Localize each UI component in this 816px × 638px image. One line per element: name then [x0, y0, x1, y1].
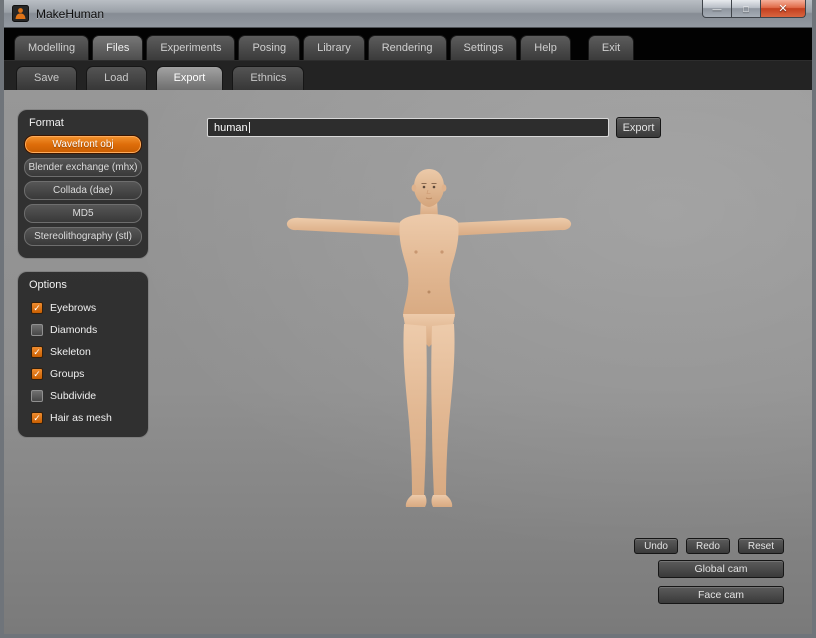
check-icon: ✓	[33, 304, 41, 313]
format-option-blender-exchange[interactable]: Blender exchange (mhx)	[24, 158, 142, 177]
format-panel: Format Wavefront obj Blender exchange (m…	[18, 110, 148, 258]
format-option-wavefront-obj[interactable]: Wavefront obj	[24, 135, 142, 154]
filename-value: human	[214, 122, 248, 134]
tab-modelling[interactable]: Modelling	[14, 35, 89, 60]
subtab-load[interactable]: Load	[86, 66, 146, 90]
checkbox-label: Hair as mesh	[50, 412, 112, 424]
options-panel-title: Options	[22, 275, 144, 297]
reset-button[interactable]: Reset	[738, 538, 784, 554]
close-button[interactable]: ✕	[760, 0, 806, 18]
export-button[interactable]: Export	[616, 117, 661, 138]
face-cam-button[interactable]: Face cam	[658, 586, 784, 604]
checkbox-icon: ✓	[31, 346, 43, 358]
check-icon: ✓	[33, 370, 41, 379]
window-title: MakeHuman	[36, 7, 104, 21]
checkbox-label: Skeleton	[50, 346, 91, 358]
tab-experiments[interactable]: Experiments	[146, 35, 235, 60]
format-option-collada[interactable]: Collada (dae)	[24, 181, 142, 200]
files-sub-tab-bar: Save Load Export Ethnics	[4, 60, 812, 90]
checkbox-label: Eyebrows	[50, 302, 96, 314]
minimize-button[interactable]: —	[702, 0, 732, 18]
checkbox-groups[interactable]: ✓ Groups	[22, 363, 144, 385]
subtab-ethnics[interactable]: Ethnics	[232, 66, 304, 90]
viewport-area[interactable]: Format Wavefront obj Blender exchange (m…	[4, 90, 812, 634]
checkbox-skeleton[interactable]: ✓ Skeleton	[22, 341, 144, 363]
undo-button[interactable]: Undo	[634, 538, 678, 554]
format-panel-title: Format	[22, 113, 144, 135]
checkbox-label: Diamonds	[50, 324, 97, 336]
text-caret	[249, 122, 250, 133]
checkbox-label: Groups	[50, 368, 84, 380]
tab-exit[interactable]: Exit	[588, 35, 634, 60]
checkbox-icon: ✓	[31, 302, 43, 314]
titlebar[interactable]: MakeHuman — □ ✕	[4, 0, 812, 28]
tab-posing[interactable]: Posing	[238, 35, 300, 60]
checkbox-icon: ✓	[31, 324, 43, 336]
history-controls: Undo Redo Reset	[634, 538, 784, 554]
human-figure	[283, 164, 575, 516]
tab-files[interactable]: Files	[92, 35, 143, 60]
human-model-viewport[interactable]	[283, 164, 575, 516]
checkbox-eyebrows[interactable]: ✓ Eyebrows	[22, 297, 144, 319]
options-panel: Options ✓ Eyebrows ✓ Diamonds ✓ Skeleton…	[18, 272, 148, 437]
tab-settings[interactable]: Settings	[450, 35, 518, 60]
global-cam-button[interactable]: Global cam	[658, 560, 784, 578]
check-icon: ✓	[33, 414, 41, 423]
tab-library[interactable]: Library	[303, 35, 365, 60]
makehuman-logo-icon	[12, 5, 29, 22]
tab-rendering[interactable]: Rendering	[368, 35, 447, 60]
checkbox-label: Subdivide	[50, 390, 96, 402]
checkbox-hair-as-mesh[interactable]: ✓ Hair as mesh	[22, 407, 144, 429]
check-icon: ✓	[33, 348, 41, 357]
subtab-export[interactable]: Export	[156, 66, 224, 90]
window-controls: — □ ✕	[702, 0, 806, 18]
checkbox-subdivide[interactable]: ✓ Subdivide	[22, 385, 144, 407]
makehuman-window: MakeHuman — □ ✕ Modelling Files Experime…	[0, 0, 816, 638]
tab-help[interactable]: Help	[520, 35, 571, 60]
checkbox-icon: ✓	[31, 390, 43, 402]
checkbox-diamonds[interactable]: ✓ Diamonds	[22, 319, 144, 341]
subtab-save[interactable]: Save	[16, 66, 77, 90]
format-option-stereolithography[interactable]: Stereolithography (stl)	[24, 227, 142, 246]
checkbox-icon: ✓	[31, 368, 43, 380]
maximize-button[interactable]: □	[732, 0, 760, 18]
checkbox-icon: ✓	[31, 412, 43, 424]
filename-input[interactable]: human	[207, 118, 609, 137]
main-tab-bar: Modelling Files Experiments Posing Libra…	[4, 28, 812, 60]
format-option-md5[interactable]: MD5	[24, 204, 142, 223]
redo-button[interactable]: Redo	[686, 538, 730, 554]
